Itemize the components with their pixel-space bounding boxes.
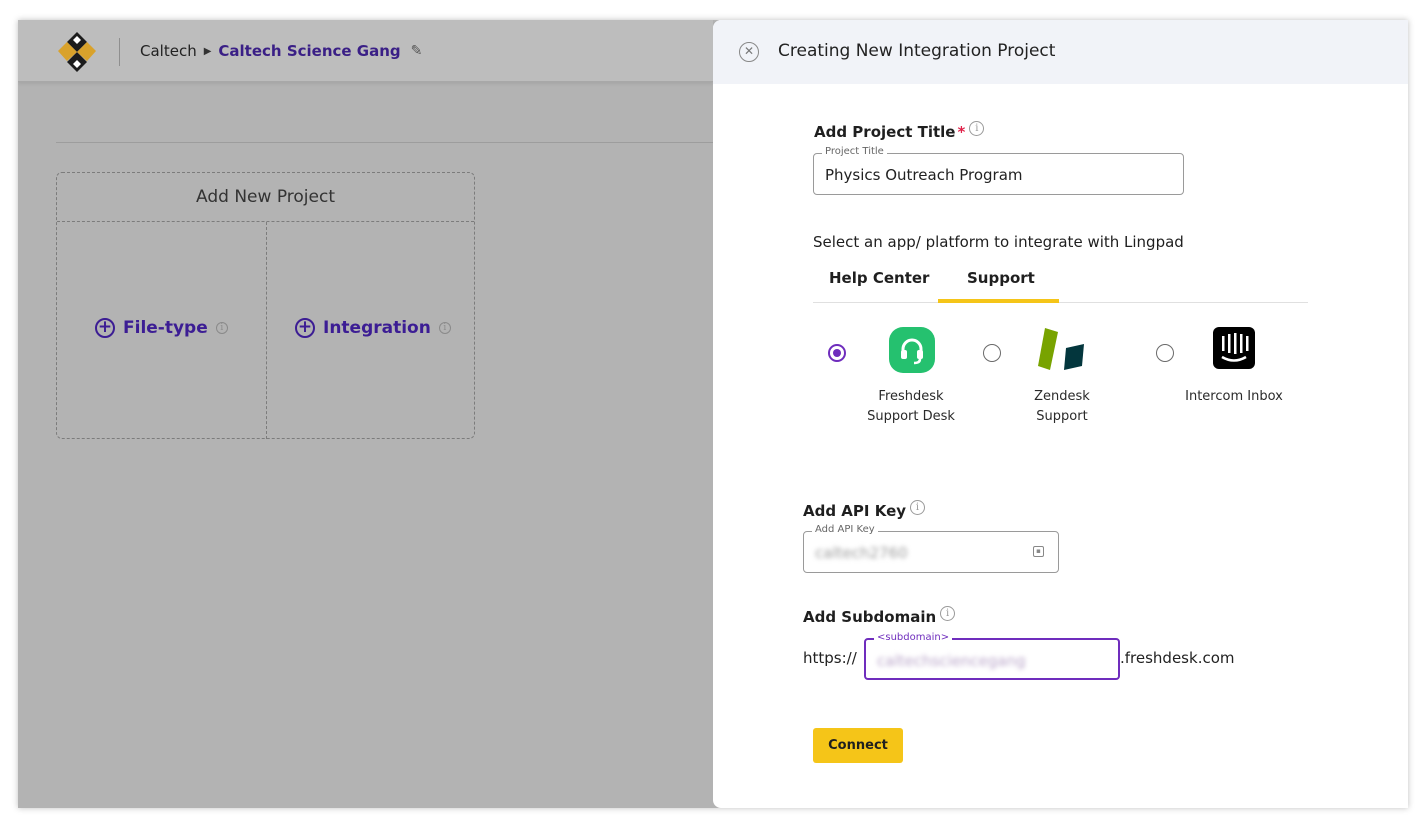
zendesk-label: Zendesk Support — [1017, 387, 1107, 427]
freshdesk-label-line1: Freshdesk — [878, 389, 944, 404]
caret-right-icon: ▶ — [203, 45, 212, 57]
subdomain-label: Add Subdomain — [803, 608, 937, 626]
zendesk-icon — [1038, 328, 1084, 370]
project-title-label: Add Project Title — [814, 123, 956, 141]
project-title-legend: Project Title — [822, 146, 887, 157]
freshdesk-icon — [889, 327, 935, 373]
freshdesk-label-line2: Support Desk — [867, 409, 955, 424]
intercom-label-line1: Intercom Inbox — [1185, 389, 1283, 404]
info-icon[interactable]: i — [940, 605, 956, 621]
required-mark: * — [957, 123, 966, 141]
subdomain-suffix: .freshdesk.com — [1120, 649, 1235, 667]
intercom-label: Intercom Inbox — [1174, 387, 1294, 407]
project-title-value[interactable]: Physics Outreach Program — [825, 166, 1023, 184]
copy-icon[interactable]: ▪ — [1033, 546, 1044, 557]
plus-circle-icon: + — [295, 318, 315, 338]
freshdesk-label: Freshdesk Support Desk — [861, 387, 961, 427]
panel-title: Creating New Integration Project — [778, 41, 1056, 61]
logo-divider — [119, 38, 120, 66]
subdomain-legend: <subdomain> — [874, 632, 953, 643]
freshdesk-radio[interactable] — [828, 344, 846, 362]
connect-button[interactable]: Connect — [813, 728, 903, 763]
api-key-heading: Add API Key i — [803, 499, 926, 520]
close-icon[interactable]: ✕ — [739, 42, 759, 62]
info-icon[interactable]: i — [910, 499, 926, 515]
project-title-heading: Add Project Title * i — [814, 120, 985, 141]
integration-panel: ✕ Creating New Integration Project Add P… — [713, 20, 1408, 808]
zendesk-radio[interactable] — [983, 344, 1001, 362]
platform-tabs: Help Center Support — [813, 265, 1308, 303]
subdomain-value[interactable]: caltechsciencegang — [877, 652, 1026, 670]
tab-help-center[interactable]: Help Center — [829, 269, 929, 287]
plus-circle-icon: + — [95, 318, 115, 338]
card-split-divider — [266, 222, 267, 439]
section-divider — [56, 142, 713, 143]
edit-pencil-icon[interactable]: ✎ — [411, 43, 423, 59]
api-key-legend: Add API Key — [812, 524, 878, 535]
api-key-label: Add API Key — [803, 502, 907, 520]
active-tab-indicator — [938, 299, 1059, 303]
api-key-value[interactable]: caltech2760 — [815, 544, 908, 562]
intercom-icon — [1213, 327, 1255, 369]
file-type-label: File-type — [123, 318, 208, 338]
zendesk-label-line1: Zendesk — [1034, 389, 1090, 404]
zendesk-label-line2: Support — [1036, 409, 1088, 424]
api-key-field[interactable]: Add API Key caltech2760 ▪ — [803, 524, 1059, 573]
breadcrumb: Caltech ▶ Caltech Science Gang ✎ — [140, 40, 422, 62]
intercom-radio[interactable] — [1156, 344, 1174, 362]
app-window: Caltech ▶ Caltech Science Gang ✎ Add New… — [18, 20, 1408, 808]
subdomain-prefix: https:// — [803, 649, 857, 667]
add-project-card: Add New Project + File-type i + Integrat… — [56, 172, 475, 439]
breadcrumb-org[interactable]: Caltech — [140, 42, 197, 60]
integration-option[interactable]: + Integration i — [295, 318, 451, 338]
lingpad-logo-icon — [58, 32, 96, 72]
breadcrumb-team[interactable]: Caltech Science Gang — [218, 42, 400, 60]
add-project-title: Add New Project — [57, 173, 474, 222]
project-title-field[interactable]: Project Title Physics Outreach Program — [813, 146, 1184, 195]
panel-header: ✕ Creating New Integration Project — [713, 20, 1408, 84]
integration-label: Integration — [323, 318, 431, 338]
subdomain-heading: Add Subdomain i — [803, 605, 956, 626]
tab-support[interactable]: Support — [967, 269, 1035, 287]
top-bar: Caltech ▶ Caltech Science Gang ✎ — [18, 20, 713, 82]
subdomain-field[interactable]: <subdomain> caltechsciencegang — [864, 632, 1120, 680]
info-icon[interactable]: i — [215, 322, 228, 334]
app-select-label: Select an app/ platform to integrate wit… — [813, 233, 1184, 251]
file-type-option[interactable]: + File-type i — [95, 318, 228, 338]
info-icon[interactable]: i — [969, 120, 985, 136]
info-icon[interactable]: i — [438, 322, 451, 334]
